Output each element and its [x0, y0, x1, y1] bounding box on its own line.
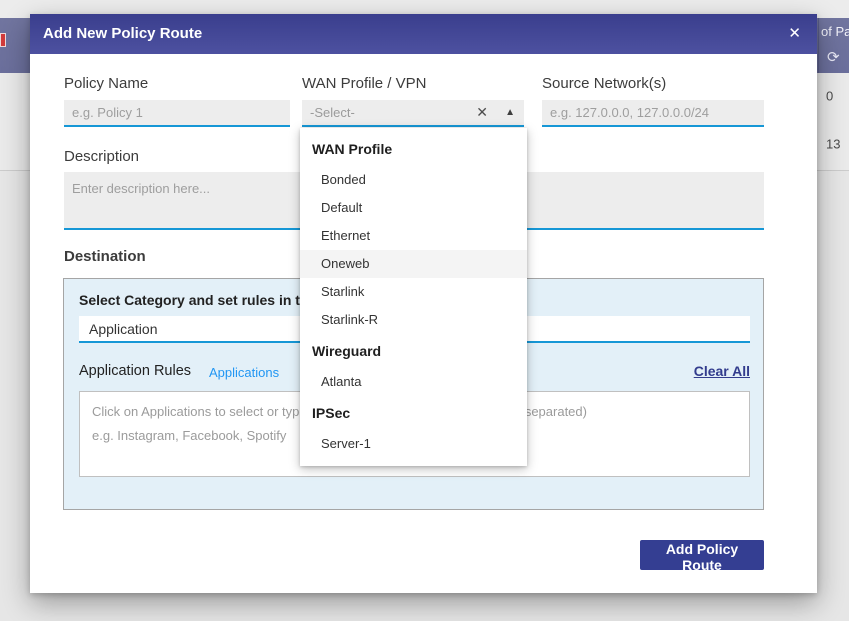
dropdown-item-server-1[interactable]: Server-1: [300, 430, 527, 458]
packets-column-label: of Pac: [821, 24, 849, 39]
dropdown-item-starlink-r[interactable]: Starlink-R: [300, 306, 527, 334]
dropdown-group-label: Wireguard: [300, 334, 527, 368]
wan-dropdown-panel: WAN ProfileBondedDefaultEthernetOnewebSt…: [300, 128, 527, 466]
wan-profile-select[interactable]: -Select- ✕ ▲: [302, 100, 524, 127]
source-network-input[interactable]: [542, 100, 764, 127]
packets-count: 0: [826, 88, 833, 103]
dialog-title: Add New Policy Route: [43, 14, 202, 54]
dropdown-item-ethernet[interactable]: Ethernet: [300, 222, 527, 250]
dropdown-group-label: WAN Profile: [300, 132, 527, 166]
description-label: Description: [64, 148, 139, 165]
chevron-up-icon[interactable]: ▲: [505, 107, 515, 118]
dropdown-group-label: IPSec: [300, 396, 527, 430]
dropdown-item-default[interactable]: Default: [300, 194, 527, 222]
applications-link[interactable]: Applications: [209, 365, 279, 380]
dropdown-item-starlink[interactable]: Starlink: [300, 278, 527, 306]
packets-column-header: of Pac ⟳: [818, 18, 849, 73]
dropdown-item-atlanta[interactable]: Atlanta: [300, 368, 527, 396]
close-icon[interactable]: ✕: [788, 14, 801, 54]
clear-all-link[interactable]: Clear All: [694, 363, 750, 379]
packets-count: 13: [826, 137, 840, 152]
dropdown-item-bonded[interactable]: Bonded: [300, 166, 527, 194]
wan-profile-label: WAN Profile / VPN: [302, 75, 426, 92]
wan-profile-select-value: -Select-: [310, 105, 355, 120]
status-glyph: [0, 33, 6, 47]
screen: of Pac ⟳ 0 13 Add New Policy Route ✕ Pol…: [0, 0, 849, 621]
dialog-header: Add New Policy Route ✕: [30, 14, 817, 54]
policy-name-input[interactable]: [64, 100, 290, 127]
source-network-label: Source Network(s): [542, 75, 666, 92]
refresh-icon[interactable]: ⟳: [827, 48, 840, 66]
dropdown-item-oneweb[interactable]: Oneweb: [300, 250, 527, 278]
policy-name-label: Policy Name: [64, 75, 148, 92]
add-policy-route-dialog: Add New Policy Route ✕ Policy Name WAN P…: [30, 14, 817, 593]
add-policy-route-button[interactable]: Add Policy Route: [640, 540, 764, 570]
application-rules-label: Application Rules: [79, 363, 191, 379]
category-select-value: Application: [89, 321, 158, 337]
destination-label: Destination: [64, 248, 146, 265]
clear-selection-icon[interactable]: ✕: [476, 104, 488, 121]
